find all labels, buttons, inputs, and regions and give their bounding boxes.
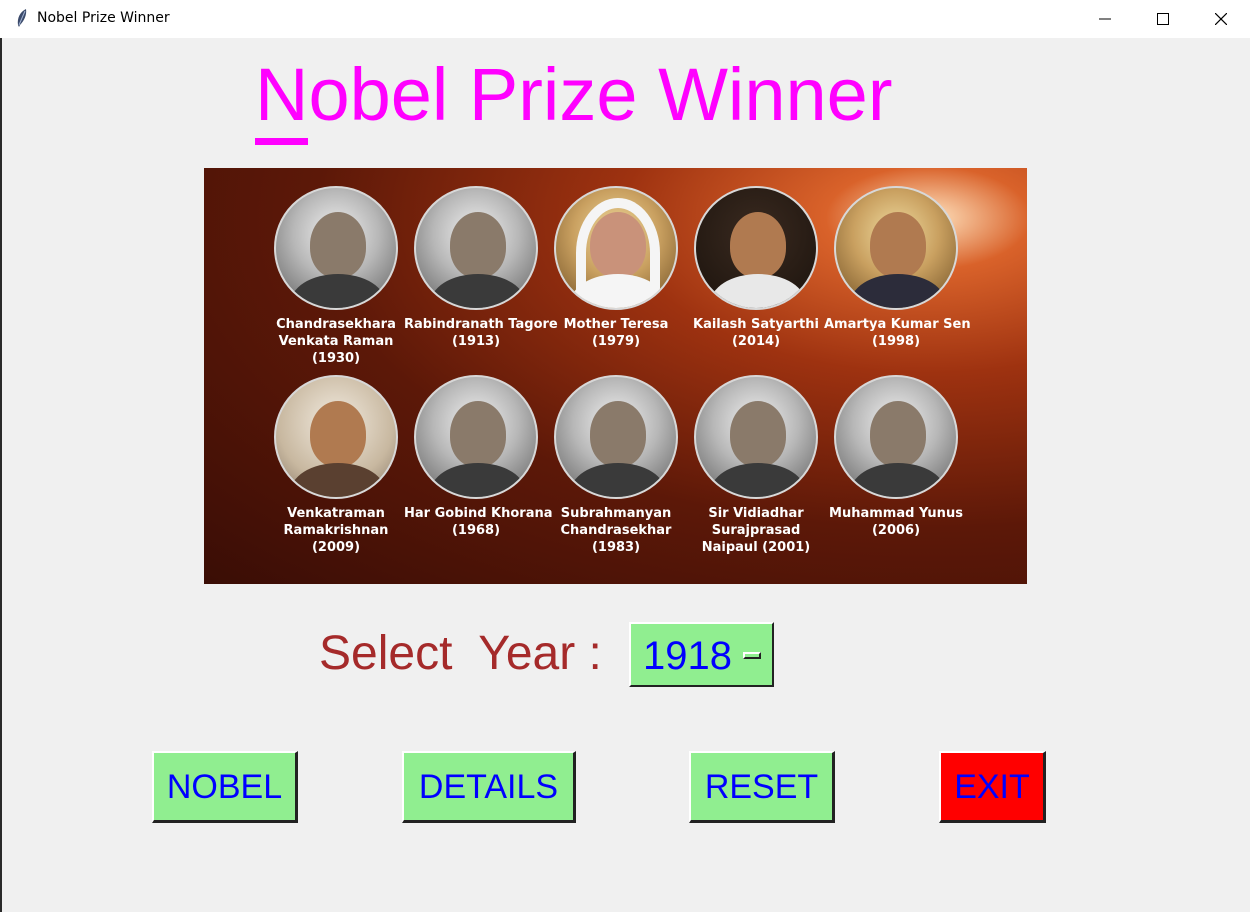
maximize-icon xyxy=(1157,13,1169,25)
maximize-button[interactable] xyxy=(1134,0,1192,38)
feather-app-icon xyxy=(17,9,27,27)
laureate-caption: Rabindranath Tagore (1913) xyxy=(404,317,558,349)
laureate-caption: Chandrasekhara Venkata Raman (1930) xyxy=(276,317,396,366)
laureate-caption: Venkatraman Ramakrishnan (2009) xyxy=(283,506,389,555)
laureate-portrait xyxy=(414,375,538,499)
laureate-card: Subrahmanyan Chandrasekhar (1983) xyxy=(544,375,688,556)
laureate-portrait xyxy=(834,375,958,499)
window-left-edge xyxy=(0,38,2,912)
laureate-caption: Har Gobind Khorana (1968) xyxy=(404,506,553,538)
select-year-label: Select Year : xyxy=(319,627,602,680)
laureates-banner-image: Chandrasekhara Venkata Raman (1930) Rabind… xyxy=(204,168,1027,584)
laureate-card: Kailash Satyarthi (2014) xyxy=(684,186,828,350)
minimize-button[interactable] xyxy=(1076,0,1134,38)
reset-button[interactable]: RESET xyxy=(689,751,835,823)
minimize-icon xyxy=(1099,18,1111,20)
laureate-card: Rabindranath Tagore (1913) xyxy=(404,186,558,350)
laureate-portrait xyxy=(834,186,958,310)
laureate-card: Sir Vidiadhar Surajprasad Naipaul (2001) xyxy=(684,375,828,556)
laureate-card: Amartya Kumar Sen (1998) xyxy=(824,186,971,350)
dropdown-indicator-icon xyxy=(743,652,761,659)
exit-button[interactable]: EXIT xyxy=(939,751,1046,823)
laureate-portrait xyxy=(694,186,818,310)
year-dropdown[interactable]: 1918 xyxy=(629,622,774,687)
laureate-caption: Kailash Satyarthi (2014) xyxy=(693,317,819,349)
details-button[interactable]: DETAILS xyxy=(402,751,576,823)
app-title: Nobel Prize Winner xyxy=(255,53,892,145)
nobel-button[interactable]: NOBEL xyxy=(152,751,298,823)
laureate-portrait xyxy=(694,375,818,499)
laureate-caption: Sir Vidiadhar Surajprasad Naipaul (2001) xyxy=(701,506,811,555)
laureate-portrait xyxy=(414,186,538,310)
year-dropdown-value: 1918 xyxy=(643,634,732,678)
close-icon xyxy=(1215,13,1227,25)
laureate-card: Chandrasekhara Venkata Raman (1930) xyxy=(264,186,408,367)
window-titlebar: Nobel Prize Winner xyxy=(0,0,1250,38)
window-title: Nobel Prize Winner xyxy=(37,10,170,26)
laureate-card: Mother Teresa (1979) xyxy=(544,186,688,350)
laureate-caption: Mother Teresa (1979) xyxy=(563,317,669,349)
app-title-underlined-letter: N xyxy=(255,53,309,145)
laureate-caption: Muhammad Yunus (2006) xyxy=(829,506,963,538)
laureate-card: Muhammad Yunus (2006) xyxy=(824,375,968,539)
app-title-rest: obel Prize Winner xyxy=(308,53,893,136)
laureate-portrait xyxy=(274,186,398,310)
laureate-portrait xyxy=(274,375,398,499)
laureate-caption: Amartya Kumar Sen (1998) xyxy=(824,317,971,349)
laureate-card: Har Gobind Khorana (1968) xyxy=(404,375,553,539)
laureate-card: Venkatraman Ramakrishnan (2009) xyxy=(264,375,408,556)
laureate-portrait xyxy=(554,375,678,499)
close-button[interactable] xyxy=(1192,0,1250,38)
laureate-caption: Subrahmanyan Chandrasekhar (1983) xyxy=(560,506,672,555)
laureate-portrait xyxy=(554,186,678,310)
